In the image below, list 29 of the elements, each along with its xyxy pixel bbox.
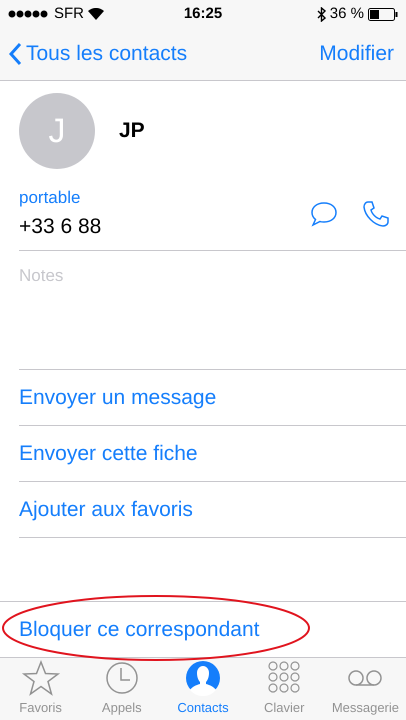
bluetooth-icon bbox=[316, 6, 326, 22]
action-link[interactable]: Ajouter aux favoris bbox=[19, 494, 193, 526]
message-button[interactable] bbox=[310, 200, 338, 226]
call-button[interactable] bbox=[362, 200, 390, 228]
action-link[interactable]: Envoyer un message bbox=[19, 382, 216, 414]
back-button[interactable]: Tous les contacts bbox=[8, 38, 188, 70]
signal-icon bbox=[8, 10, 50, 18]
tab[interactable]: Appels bbox=[81, 658, 162, 720]
carrier-text: SFR bbox=[54, 4, 84, 24]
chevron-left-icon bbox=[8, 42, 22, 66]
tab[interactable]: Messagerie bbox=[324, 658, 406, 720]
action-link[interactable]: Envoyer cette fiche bbox=[19, 438, 198, 470]
wifi-icon bbox=[88, 8, 104, 20]
person-icon bbox=[183, 660, 223, 696]
avatar: J bbox=[19, 93, 95, 169]
phone-label: portable bbox=[19, 187, 82, 209]
contact-name: JP bbox=[119, 118, 145, 144]
tab[interactable]: Contacts bbox=[162, 658, 244, 720]
tab[interactable]: Favoris bbox=[0, 658, 82, 720]
edit-button[interactable]: Modifier bbox=[319, 38, 398, 70]
star-icon bbox=[20, 660, 61, 696]
battery-text: 36 % bbox=[330, 4, 364, 24]
clock-time: 16:25 bbox=[184, 4, 222, 24]
phone-icon bbox=[362, 200, 390, 228]
tab[interactable]: Clavier bbox=[244, 658, 325, 720]
phone-number: +33 6 88 bbox=[19, 214, 102, 240]
notes-field[interactable]: Notes bbox=[19, 263, 406, 288]
battery-icon bbox=[368, 8, 398, 20]
speech-bubble-icon bbox=[310, 200, 338, 226]
